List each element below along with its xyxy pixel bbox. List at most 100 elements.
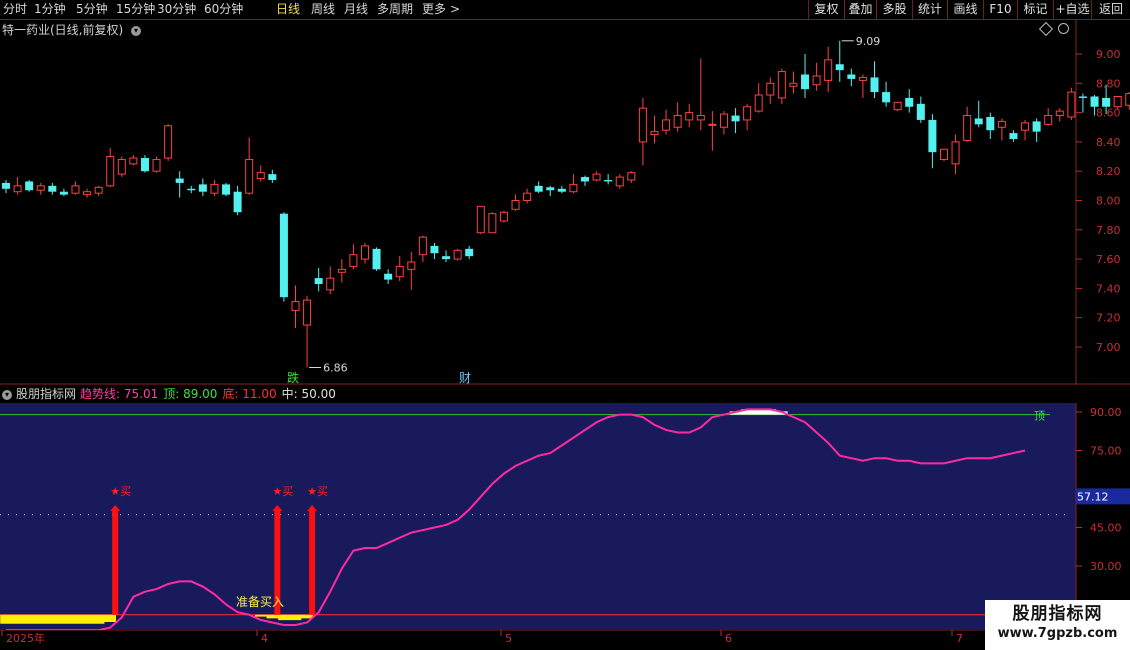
period-tab[interactable]: 分时 xyxy=(3,1,27,18)
indicator-param: 底: 11.00 xyxy=(222,387,277,401)
candle-body-up xyxy=(476,205,485,234)
top-line-label: 顶 xyxy=(1034,410,1045,423)
toolbar-button[interactable]: 统计 xyxy=(912,0,947,19)
event-marker-fall: 跌 xyxy=(287,370,299,385)
toolbar-button[interactable]: F10 xyxy=(983,0,1017,19)
toolbar-button[interactable]: +自选 xyxy=(1053,0,1091,19)
indicator-panel-bg xyxy=(0,403,1076,630)
candle-body-down xyxy=(870,77,879,93)
circle-icon[interactable] xyxy=(1058,23,1069,34)
price-tick-label: 7.20 xyxy=(1096,312,1121,325)
candle-body-down xyxy=(1102,97,1111,107)
candle-body-up xyxy=(36,185,45,191)
candle-body-up xyxy=(83,191,92,196)
period-tab[interactable]: 月线 xyxy=(344,1,368,18)
indicator-axis: 30.00 45.00 75.00 90.00 57.12 xyxy=(1076,406,1130,573)
period-tab[interactable]: 更多 xyxy=(422,1,446,18)
candle-body-up xyxy=(893,101,902,111)
candle-body-down xyxy=(465,248,474,257)
toolbar-button[interactable]: 叠加 xyxy=(844,0,876,19)
indicator-chart[interactable]: 顶 ★买 ★买 ★买准备买入 30.00 45.00 75.00 90.00 57.12 xyxy=(0,403,1130,630)
buy-signal-label: ★买 xyxy=(110,485,131,498)
candle-body-up xyxy=(106,156,115,187)
candle-body-up xyxy=(650,131,659,136)
toolbar-button[interactable]: 多股 xyxy=(876,0,912,19)
candle-body-up xyxy=(1067,91,1076,118)
circle-chevron-down-icon[interactable]: ▾ xyxy=(131,25,142,36)
candle-body-up xyxy=(673,115,682,128)
candle-body-up xyxy=(1044,115,1053,125)
candle-body-up xyxy=(638,107,647,143)
candle-body-up xyxy=(627,172,636,181)
toolbar-button[interactable]: 返回 xyxy=(1091,0,1130,19)
candle-body-down xyxy=(25,181,34,191)
period-tab[interactable]: 多周期 xyxy=(377,1,413,18)
candle-body-down xyxy=(1032,121,1041,132)
candle-body-up xyxy=(812,75,821,86)
candle-body-down xyxy=(928,119,937,153)
toolbar-button[interactable]: 复权 xyxy=(808,0,844,19)
candle-body-up xyxy=(939,148,948,160)
candle-body-up xyxy=(696,115,705,121)
toolbar-button[interactable]: 标记 xyxy=(1017,0,1053,19)
period-tab[interactable]: 周线 xyxy=(311,1,335,18)
candle-body-up xyxy=(592,173,601,181)
candle-body-down xyxy=(384,273,393,280)
candle-body-down xyxy=(2,182,10,189)
candle-body-down xyxy=(1090,96,1099,107)
period-tab[interactable]: 日线 xyxy=(276,1,300,18)
candle-body-down xyxy=(882,92,891,103)
low-price-label: 6.86 xyxy=(323,362,348,375)
candle-body-down xyxy=(279,213,288,298)
period-tab[interactable]: 5分钟 xyxy=(76,1,108,18)
candle-body-up xyxy=(1021,122,1030,131)
event-marker-finance: 财 xyxy=(459,371,471,385)
candle-body-up xyxy=(407,261,416,270)
candle-body-up xyxy=(129,157,138,165)
candle-body-up xyxy=(13,185,22,193)
high-price-label: 9.09 xyxy=(856,35,881,48)
date-tick-label: 5 xyxy=(505,632,512,645)
candle-body-up xyxy=(326,277,335,291)
indicator-background xyxy=(0,403,1077,630)
candle-body-up xyxy=(523,192,532,202)
candle-body-up xyxy=(777,71,786,99)
prepare-buy-label: 准备买入 xyxy=(236,595,284,609)
circle-chevron-down-icon[interactable]: ▾ xyxy=(2,389,12,400)
price-tick-label: 9.00 xyxy=(1096,48,1121,61)
price-tick-label: 7.40 xyxy=(1096,282,1121,295)
candle-body-down xyxy=(1078,96,1087,98)
candle-body-up xyxy=(511,200,520,210)
candle-body-down xyxy=(59,191,68,195)
buy-signal-label: ★买 xyxy=(272,485,293,498)
period-tab[interactable]: 30分钟 xyxy=(157,1,196,18)
indicator-tick-label: 90.00 xyxy=(1090,406,1122,419)
indicator-name[interactable]: 股朋指标网 xyxy=(16,387,76,401)
candle-body-up xyxy=(766,82,775,96)
chevron-right-icon[interactable]: > xyxy=(450,1,460,18)
candle-body-up xyxy=(94,186,103,194)
indicator-param: 中: 50.00 xyxy=(281,387,336,401)
indicator-tick-label: 75.00 xyxy=(1090,445,1122,458)
toolbar-button[interactable]: 画线 xyxy=(947,0,983,19)
period-tab[interactable]: 15分钟 xyxy=(116,1,155,18)
date-tick-label: 2025年 xyxy=(6,631,45,645)
candle-body-up xyxy=(997,120,1006,128)
period-tab[interactable]: 1分钟 xyxy=(34,1,66,18)
candle-body-up xyxy=(117,158,126,175)
price-tick-label: 8.60 xyxy=(1096,107,1121,120)
candle-body-down xyxy=(986,116,995,131)
candle-body-up xyxy=(291,301,300,311)
kline-chart[interactable]: 7.00 7.20 7.40 7.60 7.80 8.00 8.20 8.40 8.60 8.80… xyxy=(0,20,1130,385)
candle-body-down xyxy=(430,245,439,254)
indicator-param: 趋势线: 75.01 xyxy=(80,387,159,401)
buy-signal-bar xyxy=(309,509,316,615)
candle-body-up xyxy=(349,254,358,267)
candle-body-up xyxy=(824,59,833,81)
candle-body-down xyxy=(835,64,844,71)
period-tab[interactable]: 60分钟 xyxy=(204,1,243,18)
candle-body-up xyxy=(256,172,265,180)
price-grid xyxy=(0,20,1130,385)
candle-body-down xyxy=(187,188,196,191)
main-title[interactable]: 特一药业(日线,前复权) xyxy=(2,23,123,37)
